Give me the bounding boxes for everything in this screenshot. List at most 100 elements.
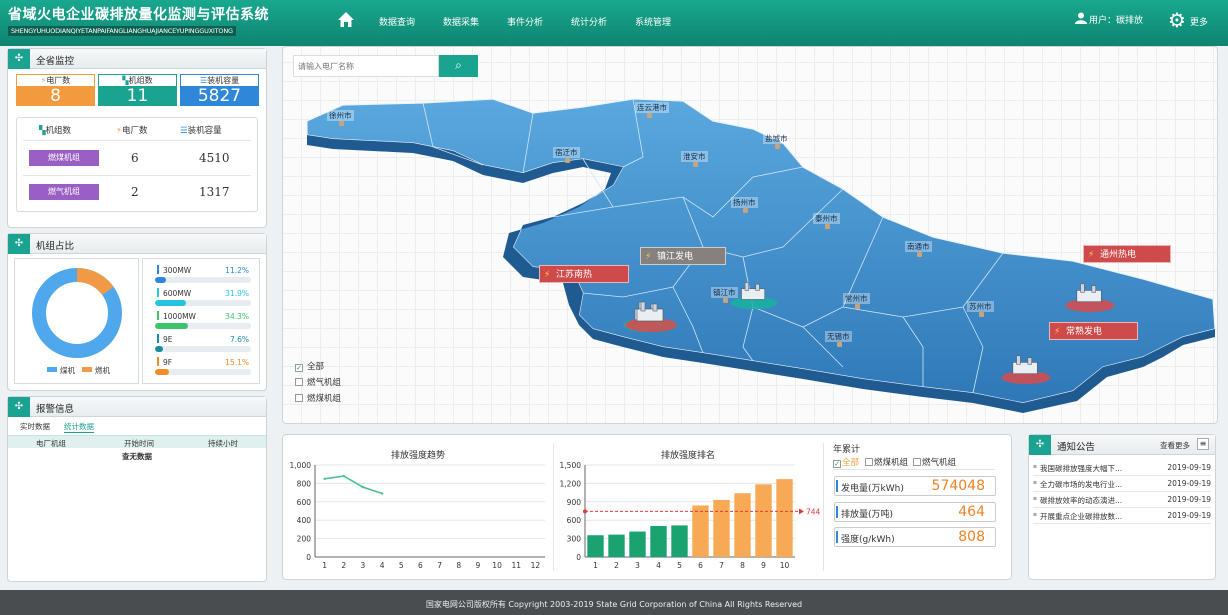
x-tick-label: 4 [656, 561, 661, 570]
x-tick-label: 11 [511, 561, 521, 570]
x-tick-label: 7 [719, 561, 724, 570]
annual-generation: 发电量(万kWh) 574048 [834, 476, 996, 496]
filter-all[interactable]: ✓ 全部 [295, 360, 324, 372]
city-label: 宿迁市 [553, 147, 580, 158]
generation-value: 574048 [931, 478, 985, 494]
filter-gas[interactable]: 燃气机组 [295, 376, 341, 388]
city-label: 无锡市 [825, 331, 852, 342]
unit-table-header-plants: ⚡电厂数 [116, 126, 148, 136]
city-label: 南通市 [905, 241, 932, 252]
notice-date: 2019-09-19 [1167, 495, 1211, 504]
x-tick-label: 2 [614, 561, 619, 570]
home-icon[interactable] [336, 10, 356, 30]
ratio-mark [157, 265, 159, 274]
list-icon: ☰ [199, 76, 208, 85]
plant-tag-tongzhou[interactable]: ⚡ 通州热电 [1083, 245, 1171, 263]
ratio-percent: 7.6% [229, 335, 249, 344]
coal-unit-tag[interactable]: 燃煤机组 [29, 150, 99, 166]
rank-bar [629, 531, 646, 557]
app-title: 省域火电企业碳排放量化监测与评估系统 [8, 7, 269, 23]
col-duration: 持续小时 [208, 439, 238, 448]
city-label: 扬州市 [731, 197, 758, 208]
notice-more-link[interactable]: 查看更多 [1160, 440, 1190, 451]
gas-unit-tag[interactable]: 燃气机组 [29, 184, 99, 200]
filter-coal[interactable]: 燃煤机组 [295, 392, 341, 404]
y-tick-label: 0 [576, 553, 581, 562]
x-tick-label: 8 [740, 561, 745, 570]
trend-point [380, 492, 384, 495]
nav-event-analysis[interactable]: 事件分析 [507, 15, 543, 28]
plant-marker-tongzhou[interactable] [1063, 281, 1117, 313]
tab-realtime[interactable]: 实时数据 [20, 421, 50, 432]
checkbox[interactable] [865, 458, 873, 466]
notice-panel-header: ✣ 通知公告 查看更多 ≡ [1029, 435, 1215, 455]
y-tick-label: 800 [297, 479, 312, 488]
nav-system-management[interactable]: 系统管理 [635, 15, 671, 28]
city-marker [775, 144, 780, 149]
annual-title: 年累计 [833, 445, 861, 455]
plant-tag-changshu[interactable]: ⚡ 常熟发电 [1049, 322, 1138, 340]
notice-text[interactable]: 我国碳排放强度大幅下... [1040, 463, 1122, 474]
x-tick-label: 10 [492, 561, 502, 570]
plant-tag-zhenjiang[interactable]: ⚡ 镇江发电 [640, 247, 726, 265]
plant-marker-south-heat[interactable] [623, 299, 679, 333]
checkbox[interactable] [295, 378, 303, 386]
plant-tag-south-heat[interactable]: ⚡ 江苏南热 [539, 265, 629, 283]
x-tick-label: 5 [399, 561, 404, 570]
ratio-label: 1000MW [163, 312, 196, 321]
plant-marker-zhenjiang-main[interactable] [729, 279, 779, 311]
ratio-mark [157, 311, 159, 320]
notice-text[interactable]: 碳排放效率的动态演进... [1040, 495, 1122, 506]
plant-marker-changshu[interactable] [999, 353, 1053, 385]
y-tick-label: 300 [567, 535, 582, 544]
checkbox-checked[interactable]: ✓ [295, 364, 303, 372]
overview-panel-header: ✣ 全省监控 [8, 49, 266, 69]
x-tick-label: 5 [677, 561, 682, 570]
annual-filter-coal[interactable]: 燃煤机组 [865, 456, 908, 468]
notice-item[interactable]: ▪ 开展重点企业碳排放数... 2019-09-19 [1033, 508, 1211, 524]
menu-icon[interactable]: ≡ [1197, 438, 1209, 450]
checkbox-checked[interactable]: ✓ [833, 460, 841, 468]
coal-capacity: 4510 [199, 151, 230, 165]
emission-value: 464 [958, 504, 985, 520]
more-link[interactable]: 更多 [1190, 15, 1208, 28]
x-tick-label: 3 [635, 561, 640, 570]
y-tick-label: 900 [567, 498, 582, 507]
notice-item[interactable]: ▪ 全力碳市场的发电行业... 2019-09-19 [1033, 476, 1211, 492]
unit-ratio-donut [32, 268, 122, 358]
checkbox[interactable] [913, 458, 921, 466]
province-map[interactable]: ⌕ 徐州市连云港市宿迁市淮安市盐城市扬州市泰州市南通市镇江市常州市苏州市无锡市 … [282, 46, 1218, 424]
trend-line [324, 475, 383, 495]
rank-bar [650, 526, 667, 557]
plant-count-card: ⚡电厂数 8 [16, 74, 95, 106]
notice-text[interactable]: 开展重点企业碳排放数... [1040, 511, 1122, 522]
nav-data-collection[interactable]: 数据采集 [443, 15, 479, 28]
tab-statistics[interactable]: 统计数据 [64, 421, 94, 433]
overview-title: 全省监控 [36, 56, 75, 67]
y-tick-label: 0 [306, 553, 311, 562]
user-name[interactable]: 用户：碳排放 [1089, 13, 1143, 26]
notice-text[interactable]: 全力碳市场的发电行业... [1040, 479, 1122, 490]
donut-box: 煤机 燃机 [14, 258, 139, 384]
gear-icon[interactable]: ⚙ [1168, 10, 1186, 30]
ratio-panel-header: ✣ 机组占比 [8, 234, 266, 254]
nav-statistics[interactable]: 统计分析 [571, 15, 607, 28]
city-marker [979, 312, 984, 317]
unit-table: ▚机组数 ⚡电厂数 ☰装机容量 燃煤机组 6 4510 燃气机组 2 1317 [16, 117, 258, 212]
ratio-percent: 31.9% [225, 289, 249, 298]
alarm-table-header: 电厂机组 开始时间 持续小时 [8, 435, 266, 448]
notice-item[interactable]: ▪ 我国碳排放强度大幅下... 2019-09-19 [1033, 460, 1211, 476]
nav-data-query[interactable]: 数据查询 [379, 15, 415, 28]
ratio-bar [155, 277, 251, 283]
checkbox[interactable] [295, 394, 303, 402]
average-line-arrow [799, 508, 804, 515]
notice-item[interactable]: ▪ 碳排放效率的动态演进... 2019-09-19 [1033, 492, 1211, 508]
annual-filter-all[interactable]: ✓ 全部 [833, 456, 859, 468]
intensity-label: 强度(g/kWh) [836, 531, 895, 545]
city-marker [743, 208, 748, 213]
legend-coal-swatch [47, 367, 57, 372]
city-label: 连云港市 [635, 102, 669, 113]
ratio-percent: 34.3% [225, 312, 249, 321]
annual-filter-gas[interactable]: 燃气机组 [913, 456, 956, 468]
city-marker [917, 252, 922, 257]
